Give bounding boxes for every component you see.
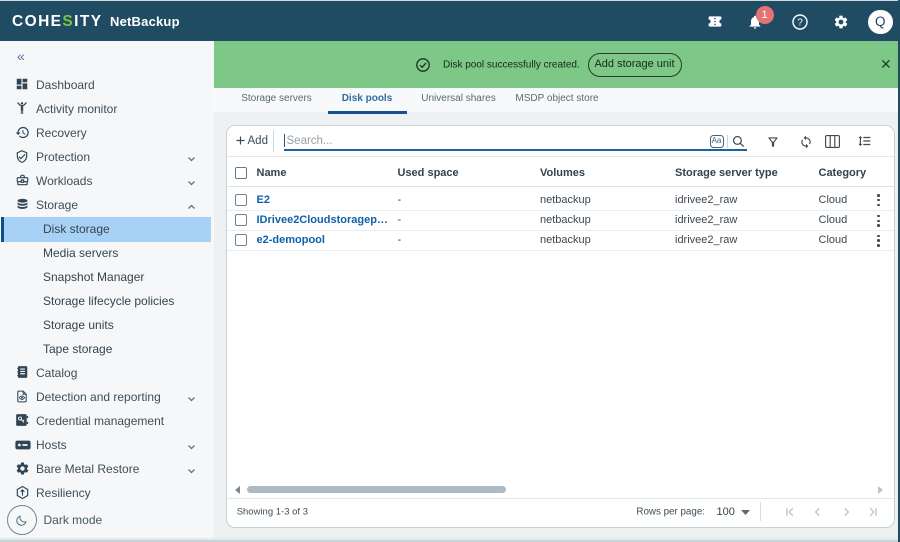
svg-text:?: ? [797, 18, 803, 29]
